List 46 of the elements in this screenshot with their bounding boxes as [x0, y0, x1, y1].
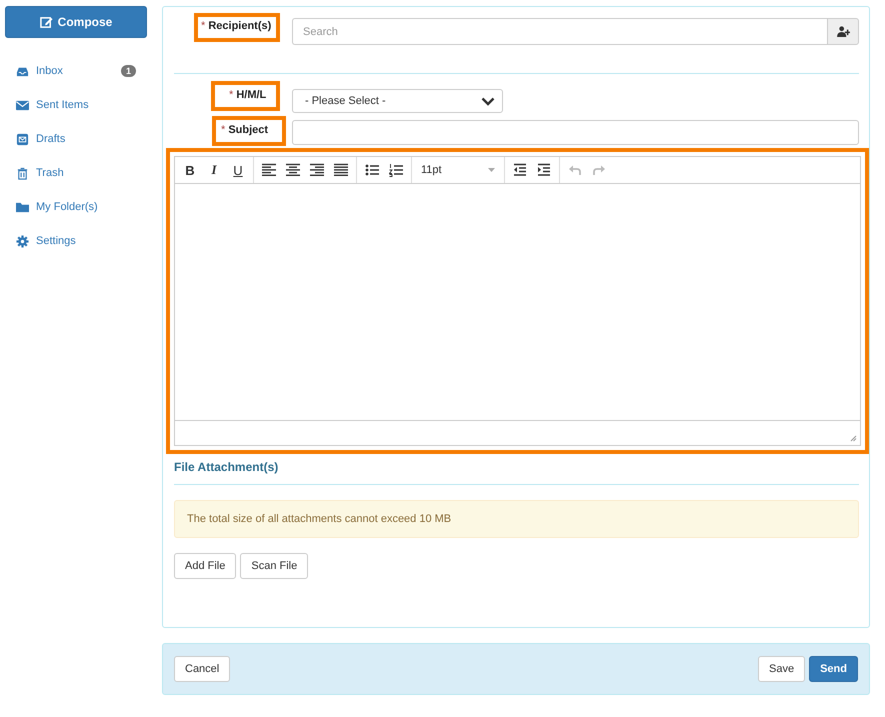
field-label: * Recipient(s)	[194, 13, 280, 42]
numbers-icon	[389, 163, 403, 177]
save-button[interactable]: Save	[758, 656, 806, 682]
send-button[interactable]: Send	[809, 656, 858, 682]
trash-icon	[16, 166, 29, 180]
attach-button[interactable]: Scan File	[240, 553, 308, 579]
sidebar-item[interactable]: Trash	[16, 156, 136, 190]
chevron-down-icon	[481, 96, 495, 106]
subject-field[interactable]	[292, 120, 859, 145]
person-plus-icon	[836, 26, 850, 37]
size-limit-notice: The total size of all attachments cannot exceed 10 MB	[174, 500, 859, 538]
sidebar-item[interactable]: My Folder(s)	[16, 190, 136, 224]
bullets-icon	[365, 163, 379, 177]
field-label: * H/M/L	[211, 81, 280, 111]
cancel-button[interactable]: Cancel	[174, 656, 230, 682]
font-size-dropdown[interactable]: 11pt	[415, 164, 501, 176]
bold-button[interactable]: B	[178, 159, 202, 181]
section-heading: File Attachment(s)	[174, 460, 280, 474]
unread-count: 1	[120, 65, 136, 77]
attach-button[interactable]: Add File	[174, 553, 236, 579]
outdent-icon	[513, 163, 527, 177]
recipient-search-field[interactable]: Search	[292, 18, 827, 45]
sidebar-item[interactable]: Drafts	[16, 122, 136, 156]
envelope-icon	[16, 98, 29, 112]
redo-icon	[592, 163, 606, 177]
align-left-icon	[262, 163, 276, 177]
priority-select[interactable]: - Please Select -	[292, 89, 503, 113]
italic-button[interactable]: I	[202, 159, 226, 181]
justify-icon	[334, 163, 348, 177]
align-center-icon	[286, 163, 300, 177]
indent-icon	[537, 163, 551, 177]
add-contact-button[interactable]	[827, 18, 859, 45]
envelope-icon	[16, 132, 29, 146]
underline-button[interactable]: U	[226, 159, 250, 181]
compose-button[interactable]: Compose	[5, 6, 147, 38]
sidebar-item[interactable]: Sent Items	[16, 88, 136, 122]
align-right-icon	[310, 163, 324, 177]
undo-icon	[568, 163, 582, 177]
sidebar-item[interactable]: Inbox 1	[16, 54, 136, 88]
caret-icon	[488, 168, 495, 172]
resize-grip-icon	[850, 435, 857, 442]
edit-icon	[40, 16, 53, 28]
field-label: * Subject	[212, 116, 286, 146]
sidebar-item[interactable]: Settings	[16, 224, 136, 258]
gear-icon	[16, 234, 29, 248]
folder-icon	[16, 200, 29, 214]
